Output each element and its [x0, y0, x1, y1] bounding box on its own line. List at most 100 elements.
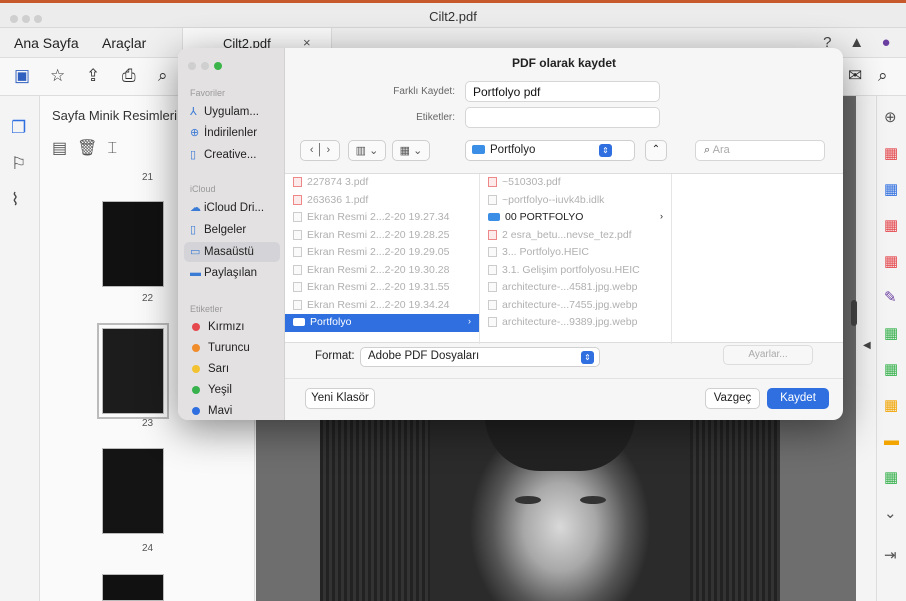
- new-folder-button[interactable]: Yeni Klasör: [305, 388, 375, 409]
- location-select[interactable]: Portfolyo ⇕: [465, 140, 635, 161]
- upload-icon[interactable]: ⇪: [86, 66, 100, 86]
- expand-panel-icon[interactable]: ⇥: [884, 546, 897, 564]
- bookmark-star-icon[interactable]: ☆: [50, 66, 65, 86]
- print-icon[interactable]: ⎙: [122, 66, 136, 86]
- options-button[interactable]: Ayarlar...: [723, 345, 813, 365]
- bookmark-icon[interactable]: ⚐: [11, 154, 26, 174]
- extract-icon[interactable]: ⌶: [107, 140, 127, 157]
- file-name: architecture-...9389.jpg.webp: [502, 316, 638, 328]
- request-sign-icon[interactable]: ▦: [884, 396, 898, 414]
- file-row[interactable]: Ekran Resmi 2...2-20 19.30.28: [285, 262, 479, 280]
- file-row[interactable]: Ekran Resmi 2...2-20 19.34.24: [285, 297, 479, 315]
- file-name: Ekran Resmi 2...2-20 19.29.05: [307, 246, 450, 258]
- file-row[interactable]: Portfolyo ›: [285, 314, 479, 332]
- page-thumbnail[interactable]: [102, 448, 164, 534]
- file-row[interactable]: ~portfolyo--iuvk4b.idlk: [480, 192, 671, 210]
- file-row[interactable]: architecture-...9389.jpg.webp: [480, 314, 671, 332]
- print-production-icon[interactable]: ▦: [884, 468, 898, 486]
- sidebar-item-label: Kırmızı: [208, 321, 245, 333]
- file-row[interactable]: ~510303.pdf: [480, 174, 671, 192]
- file-name: ~510303.pdf: [502, 176, 561, 188]
- menu-tools[interactable]: Araçlar: [102, 35, 146, 51]
- compress-icon[interactable]: ▦: [884, 360, 898, 378]
- view-options-icon[interactable]: ▤: [52, 140, 77, 157]
- create-pdf-icon[interactable]: ▦: [884, 144, 898, 162]
- bell-icon[interactable]: ▲: [847, 34, 867, 51]
- zoom-in-icon[interactable]: ⊕: [884, 108, 897, 126]
- attachment-icon[interactable]: ⌇: [11, 190, 19, 210]
- edit-pdf-icon[interactable]: ▦: [884, 252, 898, 270]
- sidebar-item-label: Creative...: [204, 149, 257, 161]
- sign-icon[interactable]: ✎: [884, 288, 897, 306]
- search-input[interactable]: ⌕ Ara: [695, 140, 825, 161]
- file-row[interactable]: 3... Portfolyo.HEIC: [480, 244, 671, 262]
- select-arrows-icon: ⇕: [599, 144, 612, 157]
- tag-green[interactable]: Yeşil: [184, 381, 280, 401]
- sidebar-item-documents[interactable]: ▯ Belgeler: [184, 220, 280, 240]
- group-view-button[interactable]: ▦ ⌄: [392, 140, 430, 161]
- more-tools-icon[interactable]: ⌄: [884, 504, 897, 522]
- comment-icon[interactable]: ▬: [884, 432, 899, 449]
- sidebar-item-creative[interactable]: ▯ Creative...: [184, 145, 280, 165]
- combine-icon[interactable]: ▦: [884, 324, 898, 342]
- delete-icon[interactable]: 🗑: [77, 140, 107, 157]
- tag-orange[interactable]: Turuncu: [184, 339, 280, 359]
- search-placeholder: Ara: [712, 144, 730, 156]
- zoom-icon[interactable]: ⌕: [158, 66, 168, 86]
- file-row[interactable]: 00 PORTFOLYO ›: [480, 209, 671, 227]
- menu-home[interactable]: Ana Sayfa: [14, 35, 79, 51]
- cancel-button[interactable]: Vazgeç: [705, 388, 760, 409]
- export-pdf-icon[interactable]: ▦: [884, 180, 898, 198]
- expand-collapse-button[interactable]: ⌃: [645, 140, 667, 161]
- downloads-icon: ⊕: [190, 127, 200, 139]
- pages-icon[interactable]: ❐: [11, 118, 26, 138]
- column-view-button[interactable]: ▥ ⌄: [348, 140, 386, 161]
- file-row[interactable]: Ekran Resmi 2...2-20 19.27.34: [285, 209, 479, 227]
- tags-input[interactable]: [465, 107, 660, 128]
- page-number: 24: [141, 543, 154, 554]
- dialog-window-controls[interactable]: [188, 59, 227, 73]
- file-row[interactable]: 3.1. Gelişim portfolyosu.HEIC: [480, 262, 671, 280]
- search-icon[interactable]: ⌕: [878, 66, 888, 86]
- tag-blue[interactable]: Mavi: [184, 402, 280, 420]
- page-thumbnail[interactable]: [102, 574, 164, 601]
- tag-red[interactable]: Kırmızı: [184, 318, 280, 338]
- collapse-arrow-icon[interactable]: ◀: [863, 340, 871, 351]
- panel-title: Sayfa Minik Resimleri: [52, 108, 177, 123]
- sidebar-item-label: İndirilenler: [204, 127, 258, 139]
- file-row[interactable]: 263636 1.pdf: [285, 192, 479, 210]
- save-icon[interactable]: ▣: [14, 66, 30, 86]
- sidebar-item-icloud-drive[interactable]: ☁ iCloud Dri...: [184, 198, 280, 218]
- sidebar-item-downloads[interactable]: ⊕ İndirilenler: [184, 123, 280, 143]
- save-as-input[interactable]: Portfolyo pdf: [465, 81, 660, 102]
- back-forward-buttons[interactable]: ‹ │ ›: [300, 140, 340, 161]
- save-button[interactable]: Kaydet: [767, 388, 829, 409]
- file-icon: [488, 317, 497, 328]
- sidebar-item-label: Belgeler: [204, 224, 247, 236]
- page-thumbnail-selected[interactable]: [97, 323, 169, 419]
- account-icon[interactable]: ●: [876, 34, 896, 51]
- mail-icon[interactable]: ✉: [848, 66, 862, 86]
- organize-icon[interactable]: ▦: [884, 216, 898, 234]
- browser-column-3: [672, 174, 843, 344]
- file-row[interactable]: architecture-...7455.jpg.webp: [480, 297, 671, 315]
- chevron-right-icon: ›: [468, 316, 471, 326]
- tag-dot-icon: [192, 364, 200, 373]
- sidebar-item-shared[interactable]: ▬ Paylaşılan: [184, 264, 280, 284]
- sidebar-item-applications[interactable]: ⅄ Uygulam...: [184, 102, 280, 122]
- tag-yellow[interactable]: Sarı: [184, 360, 280, 380]
- file-row[interactable]: Ekran Resmi 2...2-20 19.31.55: [285, 279, 479, 297]
- page-thumbnail[interactable]: [102, 201, 164, 287]
- file-row[interactable]: Ekran Resmi 2...2-20 19.29.05: [285, 244, 479, 262]
- tag-dot-icon: [192, 385, 200, 394]
- file-row[interactable]: architecture-...4581.jpg.webp: [480, 279, 671, 297]
- file-row[interactable]: 227874 3.pdf: [285, 174, 479, 192]
- panel-tools: ▤🗑⌶: [52, 138, 127, 158]
- sidebar-item-desktop[interactable]: ▭ Masaüstü: [184, 242, 280, 262]
- format-value: Adobe PDF Dosyaları: [368, 350, 480, 362]
- format-select[interactable]: Adobe PDF Dosyaları ⇕: [360, 347, 600, 367]
- file-row[interactable]: 2 esra_betu...nevse_tez.pdf: [480, 227, 671, 245]
- file-icon: [488, 299, 497, 310]
- scrollbar-thumb[interactable]: [851, 300, 857, 326]
- file-row[interactable]: Ekran Resmi 2...2-20 19.28.25: [285, 227, 479, 245]
